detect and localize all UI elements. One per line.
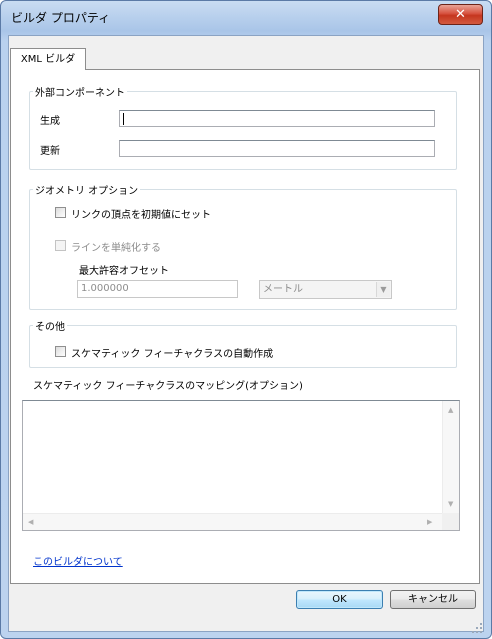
mapping-listbox[interactable]: ▲ ▼ ◀ ▶ (22, 400, 460, 531)
max-offset-input[interactable]: 1.000000 (77, 280, 238, 298)
close-icon: ✕ (455, 7, 466, 22)
external-component-legend: 外部コンポーネント (33, 84, 127, 99)
scroll-right-icon[interactable]: ▶ (427, 519, 432, 526)
auto-create-checkbox[interactable] (55, 346, 66, 357)
snap-vertices-checkbox[interactable] (55, 207, 66, 218)
horizontal-scrollbar[interactable]: ◀ ▶ (23, 513, 442, 530)
unit-select[interactable]: メートル ▼ (259, 280, 392, 299)
unit-select-value: メートル (263, 284, 303, 295)
mapping-label: スケマティック フィーチャクラスのマッピング(オプション) (33, 381, 303, 392)
text-caret (123, 113, 124, 125)
about-builder-link[interactable]: このビルダについて (33, 553, 123, 568)
other-legend: その他 (33, 318, 67, 333)
simplify-lines-label[interactable]: ラインを単純化する (71, 239, 161, 254)
simplify-lines-checkbox[interactable] (55, 240, 66, 251)
chevron-down-icon: ▼ (376, 282, 390, 297)
scrollbar-corner (442, 513, 459, 530)
update-input[interactable] (119, 140, 435, 157)
window-title: ビルダ プロパティ (11, 11, 111, 25)
scroll-left-icon[interactable]: ◀ (28, 519, 33, 526)
update-label: 更新 (40, 146, 60, 157)
title-bar[interactable]: ビルダ プロパティ ✕ (1, 1, 491, 35)
snap-vertices-label[interactable]: リンクの頂点を初期値にセット (71, 206, 211, 221)
tab-xml-builder[interactable]: XML ビルダ (10, 48, 86, 70)
create-input[interactable] (119, 110, 435, 127)
create-label: 生成 (40, 116, 60, 127)
cancel-button[interactable]: キャンセル (390, 590, 476, 609)
scroll-down-icon[interactable]: ▼ (448, 501, 453, 508)
resize-grip-icon[interactable] (472, 623, 482, 633)
ok-button[interactable]: OK (296, 590, 383, 609)
external-component-group (29, 91, 457, 170)
close-button[interactable]: ✕ (438, 4, 483, 25)
scroll-up-icon[interactable]: ▲ (448, 407, 453, 414)
auto-create-label[interactable]: スケマティック フィーチャクラスの自動作成 (71, 345, 273, 360)
geometry-options-legend: ジオメトリ オプション (33, 182, 141, 197)
vertical-scrollbar[interactable]: ▲ ▼ (442, 401, 459, 513)
max-offset-label: 最大許容オフセット (79, 266, 169, 277)
